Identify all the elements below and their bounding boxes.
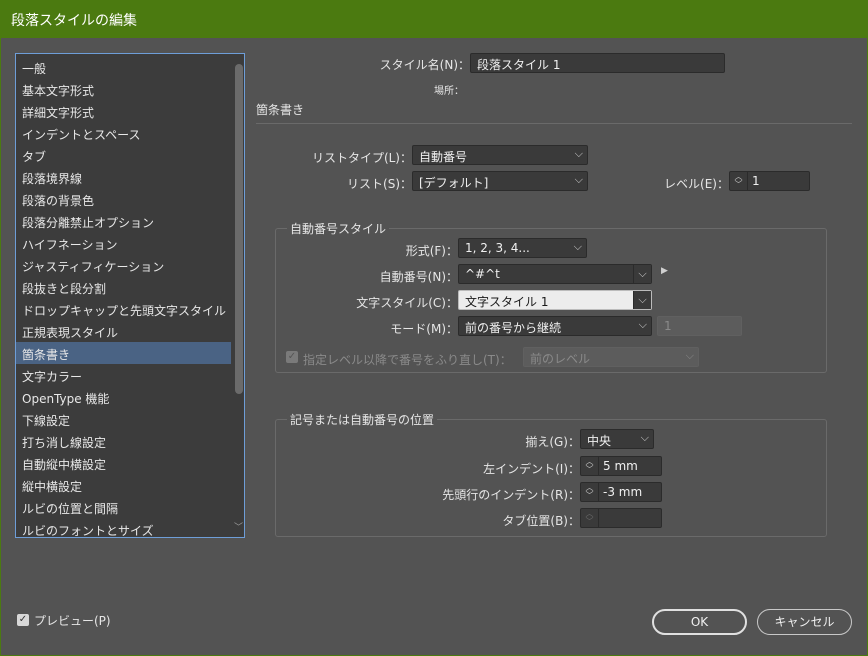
category-item[interactable]: 段落境界線: [16, 166, 231, 188]
chevron-down-icon[interactable]: ⌵: [633, 291, 651, 309]
style-name-input[interactable]: 段落スタイル 1: [470, 53, 725, 73]
category-item[interactable]: 一般: [16, 56, 231, 78]
category-item[interactable]: 段落の背景色: [16, 188, 231, 210]
category-item[interactable]: インデントとスペース: [16, 122, 231, 144]
category-item[interactable]: 基本文字形式: [16, 78, 231, 100]
align-select[interactable]: 中央 ⌵: [580, 429, 654, 449]
preview-label: プレビュー(P): [34, 614, 111, 628]
category-item[interactable]: 自動縦中横設定: [16, 452, 231, 474]
format-label: 形式(F)：: [405, 244, 458, 258]
position-group-title: 記号または自動番号の位置: [287, 411, 438, 428]
stepper-arrows-icon[interactable]: ︿ ﹀: [581, 457, 599, 475]
cancel-button[interactable]: キャンセル: [757, 609, 852, 635]
insert-special-char-icon[interactable]: ▶: [661, 266, 668, 276]
scroll-down-icon[interactable]: ﹀: [233, 520, 244, 534]
section-divider: [256, 123, 852, 124]
ok-button[interactable]: OK: [652, 609, 747, 635]
format-select[interactable]: 1, 2, 3, 4... ⌵: [458, 238, 587, 258]
category-item[interactable]: 詳細文字形式: [16, 100, 231, 122]
numbering-style-title: 自動番号スタイル: [287, 220, 390, 237]
stepper-arrows-icon[interactable]: ︿ ﹀: [581, 483, 599, 501]
char-style-label: 文字スタイル(C)：: [356, 296, 458, 310]
category-item[interactable]: OpenType 機能: [16, 386, 231, 408]
mode-start-input: 1: [657, 316, 742, 336]
left-indent-value: 5 mm: [603, 459, 638, 473]
align-label: 揃え(G)：: [525, 435, 580, 449]
left-indent-stepper[interactable]: ︿ ﹀ 5 mm: [580, 456, 662, 476]
format-value: 1, 2, 3, 4...: [465, 241, 530, 255]
chevron-down-icon: ⌵: [640, 431, 649, 444]
list-type-value: 自動番号: [419, 150, 468, 164]
char-style-select[interactable]: 文字スタイル 1 ⌵: [458, 290, 652, 310]
mode-label: モード(M)：: [390, 322, 458, 336]
category-item[interactable]: ハイフネーション: [16, 232, 231, 254]
preview-checkbox[interactable]: ✓: [17, 614, 29, 626]
category-item[interactable]: 縦中横設定: [16, 474, 231, 496]
window-titlebar: 段落スタイルの編集: [0, 0, 868, 38]
category-item[interactable]: 打ち消し線設定: [16, 430, 231, 452]
location-label: 場所：: [434, 86, 464, 97]
char-style-value: 文字スタイル 1: [465, 295, 549, 309]
category-item[interactable]: 正規表現スタイル: [16, 320, 231, 342]
category-scrollbar-thumb[interactable]: [235, 64, 243, 394]
category-item[interactable]: ルビのフォントとサイズ: [16, 518, 231, 537]
auto-number-value: ^#^t: [465, 267, 500, 281]
left-indent-label: 左インデント(I)：: [483, 462, 580, 476]
stepper-arrows-icon[interactable]: ︿ ﹀: [730, 172, 748, 190]
restart-level-select: 前のレベル ⌵: [523, 347, 699, 367]
style-name-label: スタイル名(N)：: [379, 58, 470, 72]
align-value: 中央: [587, 434, 612, 448]
category-item[interactable]: 段抜きと段分割: [16, 276, 231, 298]
tab-position-label: タブ位置(B)：: [502, 514, 580, 528]
category-item[interactable]: ドロップキャップと先頭文字スタイル: [16, 298, 231, 320]
restart-checkbox: ✓: [286, 351, 298, 363]
list-value: [デフォルト]: [419, 176, 489, 190]
category-item[interactable]: 段落分離禁止オプション: [16, 210, 231, 232]
list-type-select[interactable]: 自動番号 ⌵: [412, 145, 588, 165]
category-list[interactable]: ルビのフォントとサイズ ルビの位置と間隔 縦中横設定 自動縦中横設定 打ち消し線設定 下線…: [15, 53, 245, 538]
category-item[interactable]: 下線設定: [16, 408, 231, 430]
mode-value: 前の番号から継続: [465, 321, 562, 335]
first-line-indent-value: -3 mm: [603, 485, 643, 499]
window-frame-left: [0, 38, 1, 656]
mode-select[interactable]: 前の番号から継続 ⌵: [458, 316, 652, 336]
chevron-down-icon: ⌵: [573, 240, 582, 253]
stepper-arrows-icon: ︿ ﹀: [581, 509, 599, 527]
list-type-label: リストタイプ(L)：: [311, 151, 412, 165]
chevron-down-icon[interactable]: ⌵: [633, 265, 651, 283]
category-item[interactable]: 箇条書き: [16, 342, 231, 364]
first-line-indent-label: 先頭行のインデント(R)：: [442, 488, 580, 502]
level-value: 1: [752, 174, 760, 188]
tab-position-stepper: ︿ ﹀: [580, 508, 662, 528]
list-select[interactable]: [デフォルト] ⌵: [412, 171, 588, 191]
restart-label: 指定レベル以降で番号をふり直し(T)：: [303, 353, 512, 367]
list-label: リスト(S)：: [347, 177, 412, 191]
level-stepper[interactable]: ︿ ﹀ 1: [729, 171, 810, 191]
restart-level-value: 前のレベル: [530, 352, 591, 366]
auto-number-combo[interactable]: ^#^t ⌵: [458, 264, 652, 284]
chevron-down-icon: ⌵: [574, 173, 583, 186]
category-item[interactable]: ルビの位置と間隔: [16, 496, 231, 518]
auto-number-label: 自動番号(N)：: [379, 270, 458, 284]
category-item[interactable]: タブ: [16, 144, 231, 166]
chevron-down-icon: ⌵: [574, 147, 583, 160]
chevron-down-icon: ⌵: [638, 318, 647, 331]
category-item[interactable]: ジャスティフィケーション: [16, 254, 231, 276]
chevron-down-icon: ⌵: [685, 349, 694, 362]
category-item[interactable]: 文字カラー: [16, 364, 231, 386]
first-line-indent-stepper[interactable]: ︿ ﹀ -3 mm: [580, 482, 662, 502]
window-title: 段落スタイルの編集: [11, 13, 137, 29]
mode-start-value: 1: [664, 319, 672, 333]
level-label: レベル(E)：: [664, 177, 729, 191]
section-title: 箇条書き: [256, 103, 305, 117]
